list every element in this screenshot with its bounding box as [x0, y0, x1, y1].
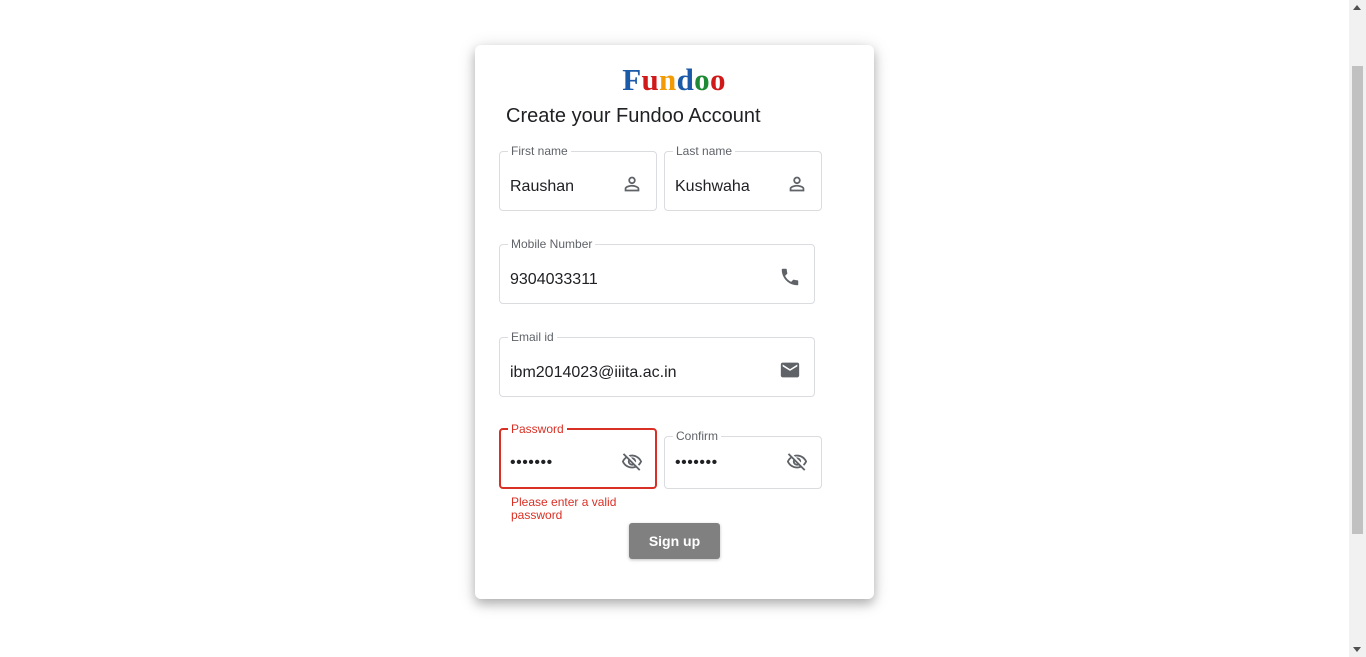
logo-letter: o — [709, 62, 726, 97]
email-label: Email id — [511, 330, 554, 344]
email-input[interactable]: ibm2014023@iiita.ac.in — [510, 363, 677, 383]
sign-up-button[interactable]: Sign up — [629, 523, 720, 559]
mobile-number-label: Mobile Number — [511, 237, 593, 251]
fundoo-logo: Fundoo — [475, 63, 873, 97]
phone-icon — [779, 266, 801, 288]
person-icon — [621, 173, 643, 195]
logo-letter: d — [676, 62, 695, 97]
mail-icon — [779, 359, 801, 381]
last-name-field[interactable]: Last name Kushwaha — [664, 145, 822, 211]
last-name-input[interactable]: Kushwaha — [675, 177, 750, 197]
logo-letter: o — [694, 62, 710, 97]
mobile-number-input[interactable]: 9304033311 — [510, 270, 598, 290]
scroll-down-arrow-icon[interactable] — [1353, 647, 1361, 652]
password-label: Password — [511, 422, 564, 436]
password-field[interactable]: Password ••••••• — [499, 423, 657, 489]
scrollbar-thumb[interactable] — [1352, 66, 1363, 534]
first-name-field[interactable]: First name Raushan — [499, 145, 657, 211]
password-input[interactable]: ••••••• — [510, 453, 553, 473]
visibility-off-icon[interactable] — [786, 451, 808, 473]
mobile-number-field[interactable]: Mobile Number 9304033311 — [499, 238, 815, 304]
logo-letter: n — [659, 62, 677, 97]
person-icon — [786, 173, 808, 195]
signup-card: Fundoo Create your Fundoo Account First … — [475, 45, 874, 599]
logo-letter: F — [622, 62, 642, 97]
first-name-input[interactable]: Raushan — [510, 177, 574, 197]
page-title: Create your Fundoo Account — [506, 105, 761, 127]
visibility-off-icon[interactable] — [621, 451, 643, 473]
vertical-scrollbar[interactable] — [1349, 0, 1366, 657]
scroll-up-arrow-icon[interactable] — [1353, 5, 1361, 10]
first-name-label: First name — [511, 144, 568, 158]
password-error-message: Please enter a valid password — [511, 495, 617, 522]
email-field[interactable]: Email id ibm2014023@iiita.ac.in — [499, 331, 815, 397]
confirm-password-input[interactable]: ••••••• — [675, 453, 718, 473]
confirm-label: Confirm — [676, 429, 719, 443]
confirm-password-field[interactable]: Confirm ••••••• — [664, 430, 822, 489]
logo-letter: u — [641, 62, 660, 97]
last-name-label: Last name — [676, 144, 733, 158]
